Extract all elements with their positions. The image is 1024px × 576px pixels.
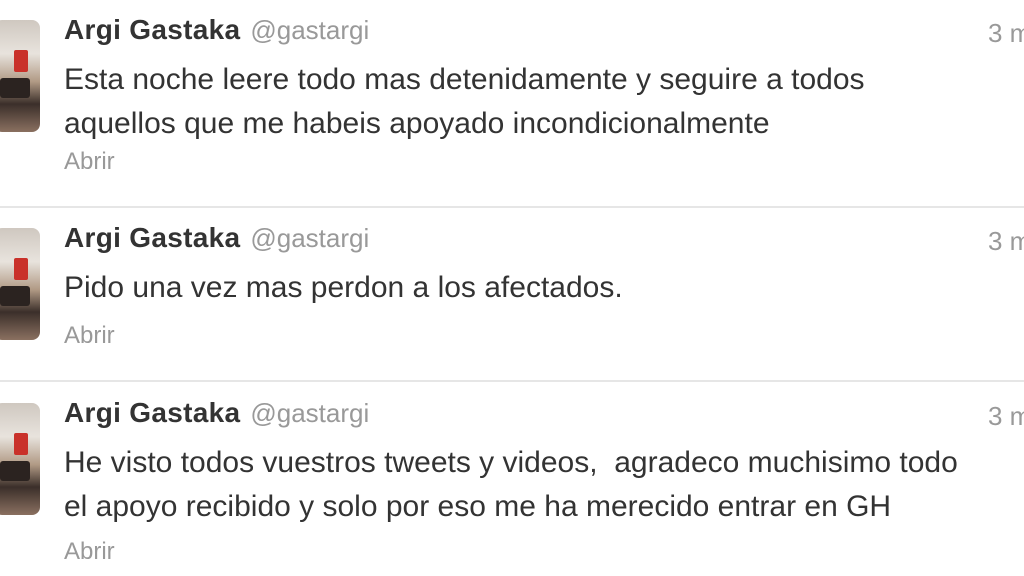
tweet-text: He visto todos vuestros tweets y videos,… bbox=[64, 446, 958, 523]
tweet-timestamp[interactable]: 3 m bbox=[988, 18, 1024, 49]
tweet-timestamp[interactable]: 3 m bbox=[988, 226, 1024, 257]
open-tweet-link[interactable]: Abrir bbox=[64, 148, 115, 176]
avatar[interactable] bbox=[0, 403, 40, 515]
tweet-item[interactable]: Argi Gastaka @gastargi 3 m Pido una vez m… bbox=[0, 208, 1024, 382]
tweet-text: Pido una vez mas perdon a los afectados. bbox=[64, 271, 623, 304]
open-tweet-link[interactable]: Abrir bbox=[64, 538, 115, 566]
open-tweet-link[interactable]: Abrir bbox=[64, 322, 115, 350]
tweet-header: Argi Gastaka @gastargi bbox=[64, 222, 369, 254]
author-handle[interactable]: @gastargi bbox=[250, 15, 369, 45]
tweet-timestamp[interactable]: 3 m bbox=[988, 401, 1024, 432]
author-name[interactable]: Argi Gastaka bbox=[64, 397, 240, 428]
author-name[interactable]: Argi Gastaka bbox=[64, 14, 240, 45]
tweet-header: Argi Gastaka @gastargi bbox=[64, 397, 369, 429]
tweet-text: Esta noche leere todo mas detenidamente … bbox=[64, 63, 865, 140]
avatar[interactable] bbox=[0, 20, 40, 132]
author-handle[interactable]: @gastargi bbox=[250, 223, 369, 253]
tweet-item[interactable]: Argi Gastaka @gastargi 3 m He visto todos… bbox=[0, 383, 1024, 565]
avatar[interactable] bbox=[0, 228, 40, 340]
tweet-divider bbox=[0, 206, 1024, 208]
author-handle[interactable]: @gastargi bbox=[250, 398, 369, 428]
tweet-timeline: Argi Gastaka @gastargi 3 m Esta noche lee… bbox=[0, 0, 1024, 576]
author-name[interactable]: Argi Gastaka bbox=[64, 222, 240, 253]
tweet-divider bbox=[0, 380, 1024, 382]
tweet-header: Argi Gastaka @gastargi bbox=[64, 14, 369, 46]
tweet-item[interactable]: Argi Gastaka @gastargi 3 m Esta noche lee… bbox=[0, 0, 1024, 176]
